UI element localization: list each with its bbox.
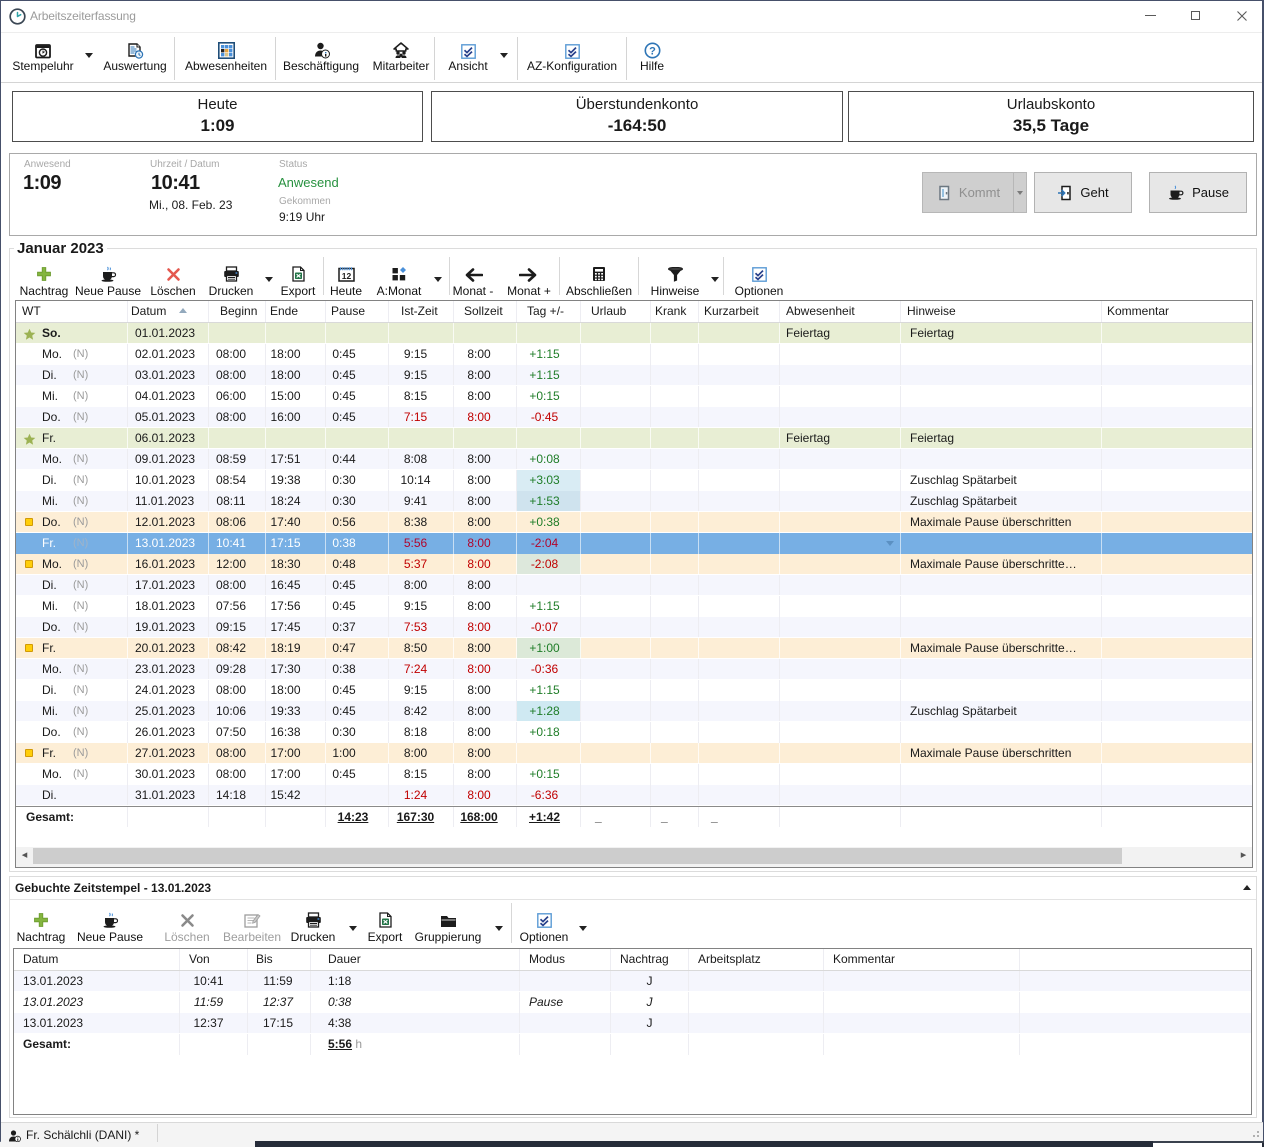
svg-text:?: ? — [649, 45, 656, 57]
svg-text:12: 12 — [341, 271, 351, 281]
